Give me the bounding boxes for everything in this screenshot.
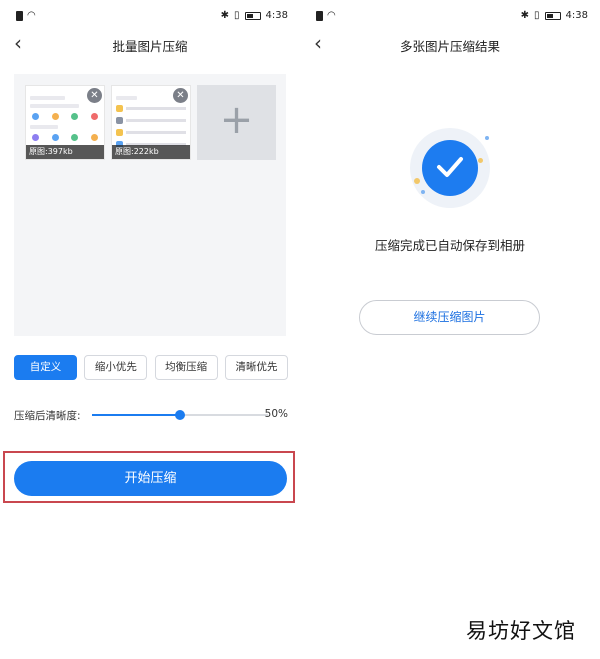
slider-value: 50% — [264, 408, 288, 420]
wifi-icon: ◠ — [27, 10, 36, 21]
page-title: 批量图片压缩 — [112, 39, 188, 54]
clarity-slider-row: 压缩后清晰度: 50% — [14, 405, 288, 425]
clarity-slider[interactable] — [92, 410, 268, 420]
check-circle-icon — [422, 140, 478, 196]
decor-dot — [478, 158, 483, 163]
option-clarity-priority[interactable]: 清晰优先 — [224, 355, 288, 380]
decor-dot — [414, 178, 420, 184]
image-list: 原图:397kb ✕ 原图:222kb ✕ + — [14, 74, 286, 336]
watermark: 易坊好文馆 — [466, 619, 576, 643]
success-indicator — [410, 128, 490, 208]
batch-compress-screen: ◠ ✱ ▯ 4:38 ‹ 批量图片压缩 原图:397kb ✕ 原图:222kb … — [0, 0, 300, 659]
bluetooth-icon: ✱ — [220, 10, 230, 21]
plus-icon: + — [219, 97, 254, 143]
slider-label: 压缩后清晰度: — [14, 410, 81, 422]
remove-image-icon[interactable]: ✕ — [173, 88, 188, 103]
status-bar: ◠ ✱ ▯ 4:38 — [16, 10, 288, 26]
page-title: 多张图片压缩结果 — [399, 39, 500, 54]
continue-compress-button[interactable]: 继续压缩图片 — [359, 300, 540, 335]
option-custom[interactable]: 自定义 — [14, 355, 77, 380]
status-time: 4:38 — [565, 10, 588, 21]
status-time: 4:38 — [265, 10, 288, 21]
image-size-label: 原图:222kb — [112, 145, 190, 159]
wifi-icon: ◠ — [327, 10, 336, 21]
slider-fill — [92, 414, 180, 416]
compression-mode-options: 自定义 缩小优先 均衡压缩 清晰优先 — [14, 355, 288, 380]
vibrate-icon: ▯ — [534, 10, 540, 21]
option-balanced[interactable]: 均衡压缩 — [154, 355, 218, 380]
image-thumbnail[interactable]: 原图:397kb ✕ — [25, 85, 105, 160]
remove-image-icon[interactable]: ✕ — [87, 88, 102, 103]
image-size-label: 原图:397kb — [26, 145, 104, 159]
vibrate-icon: ▯ — [234, 10, 240, 21]
slider-handle[interactable] — [175, 410, 185, 420]
success-message: 压缩完成已自动保存到相册 — [374, 238, 525, 253]
battery-icon — [244, 11, 261, 20]
sim-card-icon — [316, 10, 323, 21]
add-image-button[interactable]: + — [197, 85, 276, 160]
start-compress-button[interactable]: 开始压缩 — [14, 461, 287, 496]
nav-bar: ‹ 批量图片压缩 — [0, 32, 300, 58]
bluetooth-icon: ✱ — [520, 10, 530, 21]
sim-card-icon — [16, 10, 23, 21]
decor-dot — [421, 190, 425, 194]
image-thumbnail[interactable]: 原图:222kb ✕ — [111, 85, 191, 160]
compress-result-screen: ◠ ✱ ▯ 4:38 ‹ 多张图片压缩结果 压缩完成已自动保存到相册 继续压缩图… — [300, 0, 600, 659]
decor-dot — [485, 136, 489, 140]
option-size-priority[interactable]: 缩小优先 — [84, 355, 148, 380]
battery-icon — [544, 11, 561, 20]
status-bar: ◠ ✱ ▯ 4:38 — [316, 10, 588, 26]
nav-bar: ‹ 多张图片压缩结果 — [300, 32, 600, 58]
